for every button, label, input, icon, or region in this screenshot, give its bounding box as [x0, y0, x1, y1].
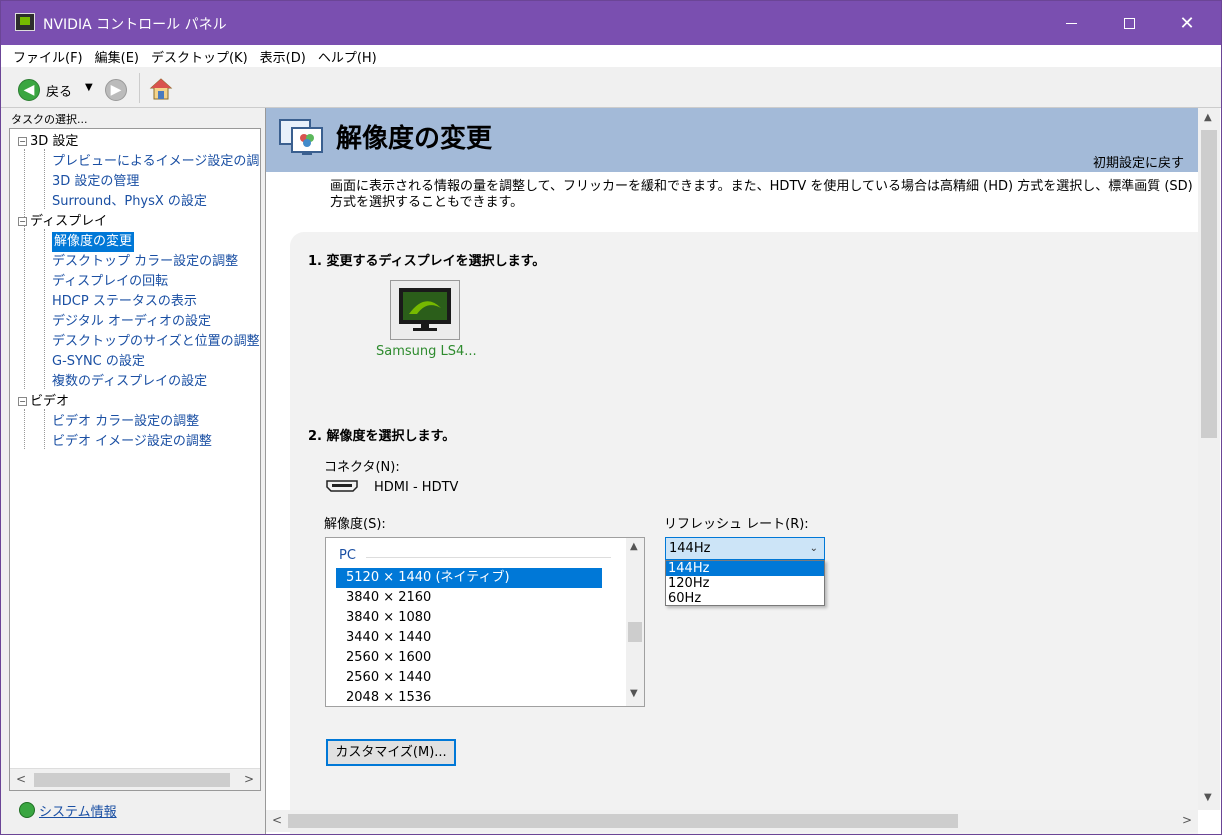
page-title: 解像度の変更	[336, 124, 493, 154]
group-divider	[366, 557, 611, 558]
refresh-option[interactable]: 120Hz	[666, 576, 824, 591]
connector-label: コネクタ(N):	[324, 460, 400, 475]
back-button-label[interactable]: 戻る	[46, 81, 72, 100]
refresh-rate-label: リフレッシュ レート(R):	[664, 517, 809, 532]
toolbar-separator	[139, 73, 140, 103]
tree-item-desktop-color[interactable]: デスクトップ カラー設定の調整	[52, 252, 238, 272]
resolution-option[interactable]: 3440 × 1440	[336, 628, 602, 648]
minimize-icon	[1065, 22, 1077, 24]
step2-heading: 2. 解像度を選択します。	[308, 429, 456, 444]
task-tree: −3D 設定 プレビューによるイメージ設定の調整 3D 設定の管理 Surrou…	[9, 128, 261, 791]
connector-value: HDMI - HDTV	[374, 480, 459, 495]
tree-item-digital-audio[interactable]: デジタル オーディオの設定	[52, 312, 211, 332]
page-banner: 解像度の変更 初期設定に戻す	[266, 108, 1198, 172]
tree-item-video-color[interactable]: ビデオ カラー設定の調整	[52, 412, 199, 432]
refresh-rate-select[interactable]: 144Hz ⌄	[665, 537, 825, 560]
menu-edit[interactable]: 編集(E)	[89, 47, 145, 66]
scroll-left-icon[interactable]: <	[272, 813, 282, 827]
maximize-button[interactable]	[1100, 1, 1158, 45]
tree-item-change-resolution[interactable]: 解像度の変更	[52, 232, 135, 252]
resolution-list-scrollbar[interactable]: ▲ ▼	[626, 538, 644, 706]
resolution-group-header: PC	[339, 548, 356, 563]
step1-heading: 1. 変更するディスプレイを選択します。	[308, 254, 546, 269]
system-info-icon	[19, 802, 35, 818]
refresh-rate-dropdown: 144Hz 120Hz 60Hz	[665, 560, 825, 606]
content-vertical-scrollbar[interactable]: ▲ ▼	[1198, 108, 1220, 810]
resolution-option[interactable]: 3840 × 2160	[336, 588, 602, 608]
content-horizontal-scrollbar[interactable]: < >	[266, 810, 1198, 832]
display-settings-icon	[279, 119, 323, 155]
tree-item-desktop-size-position[interactable]: デスクトップのサイズと位置の調整	[52, 332, 260, 352]
menu-desktop[interactable]: デスクトップ(K)	[145, 47, 254, 66]
tree-item-preview-image-settings[interactable]: プレビューによるイメージ設定の調整	[52, 152, 260, 172]
scroll-left-icon[interactable]: <	[16, 772, 26, 786]
scroll-thumb[interactable]	[628, 622, 642, 642]
resolution-option[interactable]: 3840 × 1080	[336, 608, 602, 628]
back-arrow-icon[interactable]: ◀	[18, 79, 40, 101]
scroll-up-icon[interactable]: ▲	[630, 541, 638, 552]
minimize-button[interactable]	[1042, 1, 1100, 45]
page-description: 画面に表示される情報の量を調整して、フリッカーを緩和できます。また、HDTV を…	[330, 179, 1193, 210]
refresh-option[interactable]: 60Hz	[666, 591, 824, 606]
content-pane: 解像度の変更 初期設定に戻す 画面に表示される情報の量を調整して、フリッカーを緩…	[265, 108, 1221, 834]
collapse-icon[interactable]: −	[18, 217, 27, 226]
resolution-label: 解像度(S):	[324, 517, 386, 532]
tree-category-3d[interactable]: −3D 設定	[18, 132, 78, 152]
task-select-label: タスクの選択...	[11, 113, 88, 126]
close-button[interactable]: ✕	[1158, 1, 1216, 45]
scroll-thumb[interactable]	[288, 814, 958, 828]
forward-arrow-icon[interactable]: ▶	[105, 79, 127, 101]
refresh-rate-value: 144Hz	[669, 541, 711, 556]
settings-panel: 1. 変更するディスプレイを選択します。 Samsung LS4... 2. 解…	[290, 232, 1198, 834]
menu-view[interactable]: 表示(D)	[254, 47, 312, 66]
tree-horizontal-scrollbar[interactable]: < >	[10, 768, 260, 790]
resolution-option[interactable]: 5120 × 1440 (ネイティブ)	[336, 568, 602, 588]
display-tile[interactable]	[390, 280, 460, 340]
scroll-right-icon[interactable]: >	[1182, 813, 1192, 827]
hdmi-icon	[326, 480, 358, 492]
window-title: NVIDIA コントロール パネル	[43, 17, 227, 33]
close-icon: ✕	[1179, 12, 1195, 34]
resolution-option[interactable]: 2560 × 1600	[336, 648, 602, 668]
tree-category-display[interactable]: − ディスプレイ	[18, 212, 107, 232]
scroll-down-icon[interactable]: ▼	[630, 688, 638, 699]
menu-bar: ファイル(F) 編集(E) デスクトップ(K) 表示(D) ヘルプ(H)	[1, 45, 1221, 67]
scroll-thumb[interactable]	[1201, 130, 1217, 438]
system-info-link[interactable]: システム情報	[39, 801, 117, 820]
resolution-option[interactable]: 2560 × 1440	[336, 668, 602, 688]
tree-item-surround-physx[interactable]: Surround、PhysX の設定	[52, 192, 207, 212]
tree-item-video-image[interactable]: ビデオ イメージ設定の調整	[52, 432, 212, 452]
menu-file[interactable]: ファイル(F)	[7, 47, 89, 66]
resolution-option[interactable]: 2048 × 1536	[336, 688, 602, 706]
scroll-down-icon[interactable]: ▼	[1204, 792, 1212, 803]
nvidia-app-icon	[15, 13, 35, 31]
tree-item-hdcp-status[interactable]: HDCP ステータスの表示	[52, 292, 197, 312]
tree-item-gsync[interactable]: G-SYNC の設定	[52, 352, 145, 372]
scroll-up-icon[interactable]: ▲	[1204, 112, 1212, 123]
monitor-icon	[399, 288, 451, 331]
restore-defaults-link[interactable]: 初期設定に戻す	[1093, 152, 1184, 171]
refresh-option[interactable]: 144Hz	[666, 561, 824, 576]
collapse-icon[interactable]: −	[18, 397, 27, 406]
title-bar[interactable]: NVIDIA コントロール パネル ✕	[1, 1, 1221, 45]
toolbar: ◀ 戻る ▼ ▶	[1, 68, 1221, 108]
scroll-right-icon[interactable]: >	[244, 772, 254, 786]
resolution-list[interactable]: PC 5120 × 1440 (ネイティブ) 3840 × 2160 3840 …	[325, 537, 645, 707]
customize-button[interactable]: カスタマイズ(M)...	[326, 739, 456, 766]
maximize-icon	[1123, 17, 1135, 29]
chevron-down-icon[interactable]: ▼	[85, 82, 93, 93]
tree-item-manage-3d[interactable]: 3D 設定の管理	[52, 172, 139, 192]
chevron-down-icon[interactable]: ⌄	[810, 538, 818, 559]
collapse-icon[interactable]: −	[18, 137, 27, 146]
menu-help[interactable]: ヘルプ(H)	[312, 47, 383, 66]
tree-item-rotate-display[interactable]: ディスプレイの回転	[52, 272, 168, 292]
tree-item-multiple-displays[interactable]: 複数のディスプレイの設定	[52, 372, 207, 392]
nvidia-control-panel-window: NVIDIA コントロール パネル ✕ ファイル(F) 編集(E) デスクトップ…	[0, 0, 1222, 835]
scroll-thumb[interactable]	[34, 773, 230, 787]
display-name[interactable]: Samsung LS4...	[376, 344, 477, 359]
tree-category-video[interactable]: − ビデオ	[18, 392, 69, 412]
home-icon[interactable]	[149, 77, 173, 101]
